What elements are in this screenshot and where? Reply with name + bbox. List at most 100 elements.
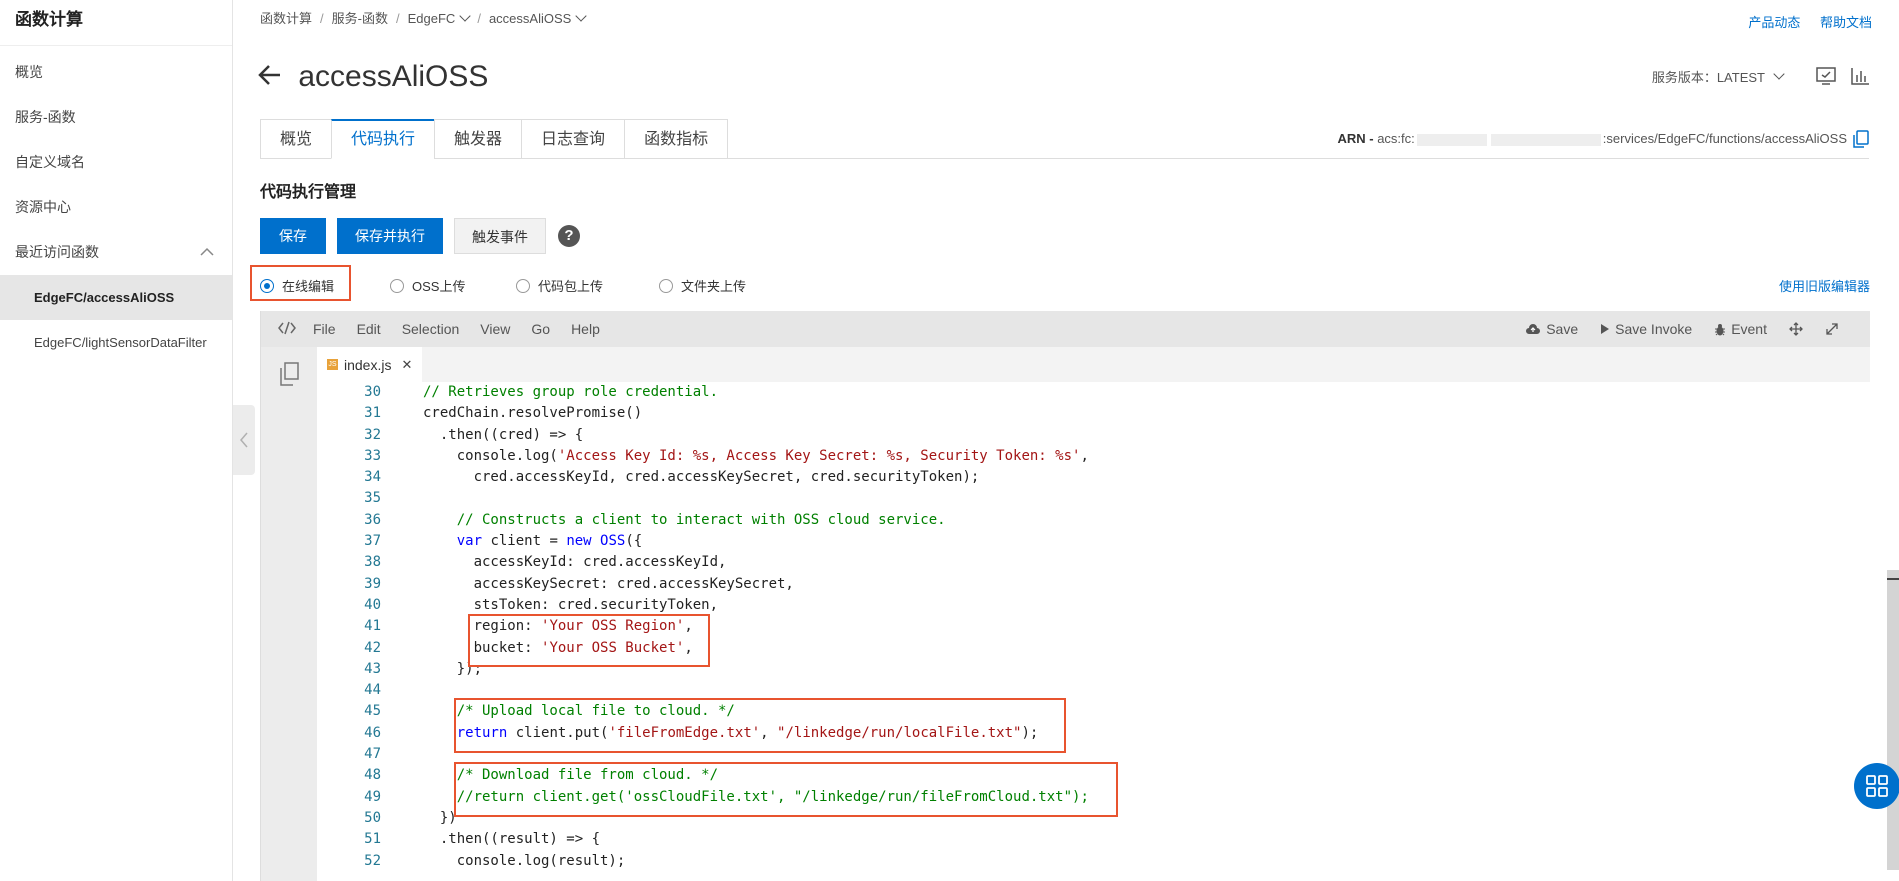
version-selector[interactable]: 服务版本：LATEST xyxy=(1652,66,1871,86)
radio-dot[interactable] xyxy=(516,278,530,293)
radio-dot[interactable] xyxy=(260,278,274,293)
menu-help[interactable]: Help xyxy=(571,321,600,337)
sidebar-item-overview[interactable]: 概览 xyxy=(0,50,232,95)
sidebar-recent-item[interactable]: EdgeFC/accessAliOSS xyxy=(0,275,232,320)
menu-edit[interactable]: Edit xyxy=(357,321,381,337)
copy-icon[interactable] xyxy=(1853,130,1869,148)
chevron-down-icon[interactable] xyxy=(1773,68,1785,80)
editor-save-invoke-button[interactable]: Save Invoke xyxy=(1600,321,1692,337)
breadcrumb: 函数计算 / 服务-函数 / EdgeFC / accessAliOSS xyxy=(260,8,587,27)
redacted-account xyxy=(1490,133,1601,146)
menu-file[interactable]: File xyxy=(313,321,336,337)
close-icon[interactable]: ✕ xyxy=(401,357,412,373)
radio-online-edit[interactable]: 在线编辑 xyxy=(260,276,334,295)
fullscreen-icon[interactable] xyxy=(1825,322,1839,336)
code-line: 37 var client = new OSS({ xyxy=(317,531,1870,552)
breadcrumb-item[interactable]: accessAliOSS xyxy=(489,11,571,26)
menu-selection[interactable]: Selection xyxy=(402,321,460,337)
tab-overview[interactable]: 概览 xyxy=(260,119,332,159)
line-number: 52 xyxy=(364,852,381,869)
sidebar-item-custom-domain[interactable]: 自定义域名 xyxy=(0,140,232,185)
code-text: console.log(result); xyxy=(423,852,626,869)
code-text: credChain.resolvePromise() xyxy=(423,405,643,422)
line-number: 35 xyxy=(364,490,381,507)
tab-log-query[interactable]: 日志查询 xyxy=(521,119,625,159)
code-text: .then((cred) => { xyxy=(423,426,584,443)
editor-save-button[interactable]: Save xyxy=(1525,321,1578,337)
redacted-region xyxy=(1416,133,1487,146)
chevron-down-icon[interactable] xyxy=(459,10,471,22)
move-icon[interactable] xyxy=(1789,322,1803,336)
annotation-box xyxy=(454,762,1118,817)
line-number: 43 xyxy=(364,660,381,677)
files-icon[interactable] xyxy=(277,361,301,387)
product-updates-link[interactable]: 产品动态 xyxy=(1748,15,1800,30)
editor-file-tab[interactable]: JS index.js ✕ xyxy=(317,347,423,382)
use-old-editor-link[interactable]: 使用旧版编辑器 xyxy=(1779,276,1870,295)
line-number: 48 xyxy=(364,767,381,784)
code-line: 36 // Constructs a client to interact wi… xyxy=(317,510,1870,531)
code-line: 33 console.log('Access Key Id: %s, Acces… xyxy=(317,446,1870,467)
line-number: 46 xyxy=(364,724,381,741)
editor-logo-icon xyxy=(261,321,313,338)
breadcrumb-item[interactable]: 服务-函数 xyxy=(332,8,388,27)
back-arrow-icon[interactable] xyxy=(258,60,290,93)
save-button[interactable]: 保存 xyxy=(260,218,326,254)
cloud-upload-icon xyxy=(1526,324,1541,334)
radio-label: 代码包上传 xyxy=(538,279,604,294)
breadcrumb-item[interactable]: EdgeFC xyxy=(408,11,456,26)
help-icon[interactable]: ? xyxy=(558,225,580,247)
trigger-event-button[interactable]: 触发事件 xyxy=(454,218,546,254)
line-number: 37 xyxy=(364,533,381,550)
line-number: 30 xyxy=(364,384,381,400)
bar-chart-icon[interactable] xyxy=(1849,66,1871,86)
line-number: 50 xyxy=(364,809,381,826)
radio-oss-upload[interactable]: OSS上传 xyxy=(390,276,465,295)
radio-label: 文件夹上传 xyxy=(681,279,747,294)
line-number: 38 xyxy=(364,554,381,571)
menu-go[interactable]: Go xyxy=(531,321,550,337)
chevron-down-icon[interactable] xyxy=(575,10,587,22)
chevron-up-icon[interactable] xyxy=(200,230,214,275)
sidebar-collapse-handle[interactable] xyxy=(233,405,255,475)
radio-dot[interactable] xyxy=(390,278,404,293)
apps-grid-button[interactable] xyxy=(1854,763,1899,809)
tab-code-execution[interactable]: 代码执行 xyxy=(331,119,435,159)
bug-icon xyxy=(1715,323,1726,335)
help-docs-link[interactable]: 帮助文档 xyxy=(1820,15,1872,30)
code-line: 34 cred.accessKeyId, cred.accessKeySecre… xyxy=(317,467,1870,488)
code-text: var client = new OSS({ xyxy=(456,533,643,550)
tab-function-metrics[interactable]: 函数指标 xyxy=(624,119,729,159)
monitor-icon[interactable] xyxy=(1815,66,1837,86)
line-number: 51 xyxy=(364,831,381,848)
breadcrumb-item[interactable]: 函数计算 xyxy=(260,8,312,27)
sidebar: 函数计算 概览 服务-函数 自定义域名 资源中心 最近访问函数 EdgeFC/a… xyxy=(0,0,233,881)
arn-head: acs:fc: xyxy=(1377,131,1415,146)
sidebar-item-resource-center[interactable]: 资源中心 xyxy=(0,185,232,230)
editor-save-invoke-label: Save Invoke xyxy=(1615,321,1693,337)
sidebar-item-services-functions[interactable]: 服务-函数 xyxy=(0,95,232,140)
radio-dot[interactable] xyxy=(659,278,673,293)
line-number: 39 xyxy=(364,575,381,592)
line-number: 32 xyxy=(364,426,381,443)
scrollbar-marker xyxy=(1887,578,1899,580)
line-number: 34 xyxy=(364,469,381,486)
radio-label: 在线编辑 xyxy=(282,279,335,294)
radio-label: OSS上传 xyxy=(412,279,466,294)
radio-zip-upload[interactable]: 代码包上传 xyxy=(516,276,603,295)
menu-view[interactable]: View xyxy=(480,321,510,337)
save-and-run-button[interactable]: 保存并执行 xyxy=(337,218,443,254)
radio-folder-upload[interactable]: 文件夹上传 xyxy=(659,276,746,295)
top-links: 产品动态 帮助文档 xyxy=(1732,12,1872,31)
sidebar-item-label: 最近访问函数 xyxy=(15,244,99,260)
line-number: 47 xyxy=(364,746,381,763)
editor-event-button[interactable]: Event xyxy=(1714,321,1767,337)
editor-scrollbar[interactable] xyxy=(1887,570,1899,870)
code-line: 31 credChain.resolvePromise() xyxy=(317,403,1870,424)
sidebar-recent-item[interactable]: EdgeFC/lightSensorDataFilter xyxy=(0,320,232,365)
tab-triggers[interactable]: 触发器 xyxy=(434,119,522,159)
arn-label: ARN - xyxy=(1337,131,1378,146)
sidebar-item-recent-functions[interactable]: 最近访问函数 xyxy=(0,230,232,275)
js-file-icon: JS xyxy=(327,359,338,370)
code-line: 32 .then((cred) => { xyxy=(317,425,1870,446)
